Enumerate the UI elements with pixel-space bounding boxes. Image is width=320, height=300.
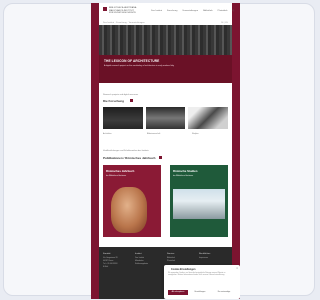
footer-column: Rechtliches Impressum <box>199 253 223 260</box>
footer-link[interactable]: Photothek <box>167 260 191 263</box>
footer-heading: Rechtliches <box>199 253 211 255</box>
publication-title: Römische Studien <box>173 169 198 173</box>
search-icon[interactable]: Q <box>232 10 234 12</box>
cookie-banner: Cookie-Einstellungen × Wir verwenden Coo… <box>164 265 240 299</box>
sculpture-image <box>111 187 147 233</box>
sub-navigation[interactable]: Das Institut · Forschung · Veranstaltung… <box>103 22 145 24</box>
nav-item[interactable]: Forschung <box>167 10 177 12</box>
footer-link[interactable]: Impressum <box>199 257 223 260</box>
footer-column: Kontakt Via Gregoriana 28 00187 Roma Tel… <box>103 253 127 269</box>
thumbnail-image[interactable] <box>188 107 229 129</box>
reject-cookies-button[interactable]: Nur notwendige <box>213 290 235 295</box>
footer-column: Institut Das Institut Mitarbeiter Stelle… <box>135 253 159 266</box>
thumbnail-caption[interactable]: Bildwissenschaft <box>147 133 160 135</box>
section-title: Die Forschung <box>103 99 125 103</box>
close-icon[interactable]: × <box>236 266 238 270</box>
thumbnail-caption[interactable]: Architektur <box>103 133 112 135</box>
publication-subtitle: der Bibliotheca Hertziana <box>106 175 127 177</box>
logo-line-3: FÜR KUNSTGESCHICHTE <box>109 12 136 15</box>
publication-subtitle: der Bibliotheca Hertziana <box>173 175 194 177</box>
footer-link[interactable]: E-Mail <box>103 266 127 269</box>
cookie-settings-button[interactable]: Einstellungen <box>191 290 209 295</box>
footer-heading: Kontakt <box>103 253 111 255</box>
footer-heading: Service <box>167 253 175 255</box>
thumbnail-image[interactable] <box>103 107 143 129</box>
footer-column: Service Bibliothek Photothek <box>167 253 191 263</box>
accent-square-icon <box>130 99 133 102</box>
nav-item[interactable]: Photothek <box>218 10 228 12</box>
site-header: BIBLIOTHECA HERTZIANA MAX-PLANCK-INSTITU… <box>99 3 234 25</box>
left-accent-rail <box>91 3 99 299</box>
footer-link[interactable]: Stellenangebote <box>135 263 159 266</box>
nav-item[interactable]: Das Institut <box>151 10 162 12</box>
thumbnail-image[interactable] <box>145 107 186 129</box>
hero-banner[interactable]: THE LEXICON OF ARCHITECTURE A digital re… <box>99 25 232 83</box>
right-accent-rail <box>232 3 240 299</box>
logo-icon[interactable] <box>103 7 107 11</box>
logo-text[interactable]: BIBLIOTHECA HERTZIANA MAX-PLANCK-INSTITU… <box>109 7 137 15</box>
main-nav: Das Institut Forschung Veranstaltungen B… <box>151 10 234 12</box>
landscape-image <box>173 189 225 219</box>
footer-heading: Institut <box>135 253 142 255</box>
cookie-title: Cookie-Einstellungen <box>171 268 196 271</box>
section-kicker: Research projects and digital resources <box>103 94 139 96</box>
website-preview: BIBLIOTHECA HERTZIANA MAX-PLANCK-INSTITU… <box>91 3 240 299</box>
accent-square-icon <box>159 156 162 159</box>
section-title: Publikationen / Römisches Jahrbuch <box>103 156 156 160</box>
publication-card[interactable]: Römisches Jahrbuch der Bibliotheca Hertz… <box>103 165 161 237</box>
nav-item[interactable]: Veranstaltungen <box>182 10 198 12</box>
nav-item[interactable]: Bibliothek <box>203 10 213 12</box>
hero-title: THE LEXICON OF ARCHITECTURE <box>104 59 160 63</box>
publication-card[interactable]: Römische Studien der Bibliotheca Hertzia… <box>170 165 228 237</box>
hero-image <box>99 25 232 55</box>
hero-subtitle: A digital research project on the vocabu… <box>104 65 175 67</box>
publication-title: Römisches Jahrbuch <box>106 169 135 173</box>
section-kicker: Veröffentlichungen und Schriftenreihen d… <box>103 150 149 152</box>
research-thumbnails <box>103 107 229 133</box>
thumbnail-caption[interactable]: Skulptur <box>192 133 199 135</box>
cookie-text: Wir verwenden Cookies, um Ihnen die best… <box>168 273 226 277</box>
accept-cookies-button[interactable]: Alle akzeptieren <box>168 290 188 295</box>
language-switch[interactable]: DE | EN <box>221 22 228 24</box>
